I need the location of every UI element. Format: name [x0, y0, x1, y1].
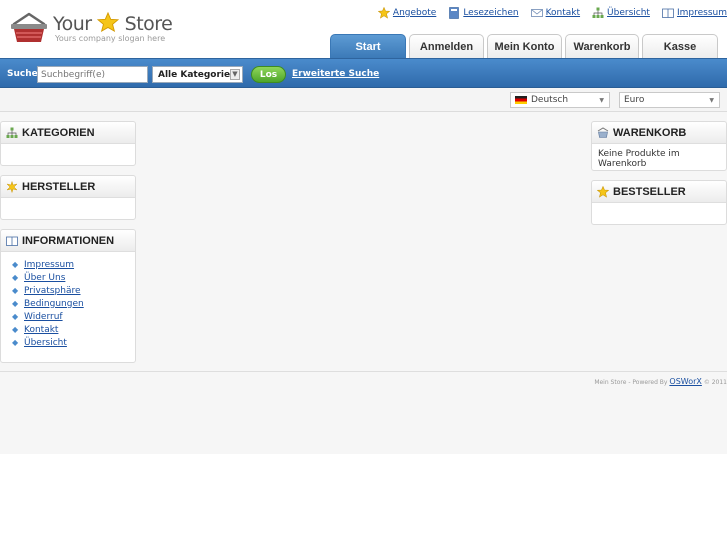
cart-box-header: WARENKORB: [592, 122, 726, 144]
toplink-label[interactable]: Übersicht: [607, 8, 650, 18]
toplink-angebote[interactable]: Angebote: [377, 6, 436, 20]
bullet-icon: ◆: [12, 272, 19, 282]
envelope-icon: [530, 9, 543, 17]
list-item: ◆ Privatsphäre: [12, 284, 135, 297]
german-flag-icon: [515, 96, 527, 104]
list-item: ◆ Bedingungen: [12, 297, 135, 310]
logo-slogan: Yours company slogan here: [55, 34, 166, 43]
info-link-kontakt[interactable]: Kontakt: [24, 325, 58, 335]
footer: Mein Store - Powered By OSWorX © 2011: [594, 377, 727, 386]
info-link-bedingungen[interactable]: Bedingungen: [24, 299, 84, 309]
toplink-label[interactable]: Angebote: [393, 8, 436, 18]
toplink-lesezeichen[interactable]: Lesezeichen: [448, 6, 519, 20]
bestseller-box-title: BESTSELLER: [613, 185, 686, 198]
logo-star-icon: [97, 12, 120, 32]
bullet-icon: ◆: [12, 324, 19, 334]
logo-title-part2: Store: [124, 13, 173, 35]
basket-icon: [11, 12, 47, 42]
book-icon: [6, 236, 18, 246]
toplink-uebersicht[interactable]: Übersicht: [592, 6, 650, 20]
bookmark-icon: [449, 7, 460, 19]
toplink-label[interactable]: Lesezeichen: [463, 8, 518, 18]
information-box-title: INFORMATIONEN: [22, 234, 115, 247]
language-select-value: Deutsch: [531, 95, 569, 105]
star-icon: [377, 7, 390, 19]
top-links: Angebote Lesezeichen Kontakt Übersicht I…: [377, 6, 727, 20]
book-icon: [662, 8, 674, 18]
info-link-widerruf[interactable]: Widerruf: [24, 312, 63, 322]
bestseller-box: BESTSELLER: [591, 180, 727, 225]
search-bar: Suche Alle Kategorien ▼ Los Erweiterte S…: [0, 58, 727, 88]
list-item: ◆ Über Uns: [12, 271, 135, 284]
logo-title: Your Store: [53, 12, 173, 35]
search-submit-button[interactable]: Los: [251, 66, 286, 83]
tab-mein-konto[interactable]: Mein Konto: [487, 34, 562, 59]
footer-link-osworx[interactable]: OSWorX: [669, 377, 701, 386]
language-currency-bar: Deutsch ▼ Euro ▼: [0, 89, 727, 112]
advanced-search-link[interactable]: Erweiterte Suche: [292, 69, 379, 79]
information-list: ◆ Impressum ◆ Über Uns ◆ Privatsphäre ◆ Bedi…: [1, 252, 135, 349]
list-item: ◆ Impressum: [12, 258, 135, 271]
information-box-header: INFORMATIONEN: [1, 230, 135, 252]
info-link-ueber-uns[interactable]: Über Uns: [24, 273, 65, 283]
bestseller-box-header: BESTSELLER: [592, 181, 726, 203]
footer-copyright: © 2011: [703, 379, 727, 386]
logo[interactable]: Your Store Yours company slogan here: [10, 10, 180, 50]
main-tabs: Start Anmelden Mein Konto Warenkorb Kass…: [330, 34, 718, 59]
list-item: ◆ Übersicht: [12, 336, 135, 349]
currency-select[interactable]: Euro ▼: [619, 92, 720, 108]
sitemap-icon: [592, 7, 604, 18]
cart-icon: [597, 126, 609, 138]
tab-kasse[interactable]: Kasse: [642, 34, 718, 59]
header: Your Store Yours company slogan here Ang…: [0, 0, 727, 59]
chevron-down-icon: ▼: [599, 97, 604, 104]
categories-box-title: KATEGORIEN: [22, 126, 95, 139]
search-label: Suche: [7, 69, 38, 79]
star-icon: [597, 185, 609, 198]
bullet-icon: ◆: [12, 259, 19, 269]
categories-box: KATEGORIEN: [0, 121, 136, 166]
info-link-privatsphaere[interactable]: Privatsphäre: [24, 286, 81, 296]
sitemap-icon: [6, 127, 18, 138]
footer-text: Mein Store - Powered By: [594, 379, 668, 386]
toplink-label[interactable]: Impressum: [677, 8, 727, 18]
chevron-down-icon: ▼: [709, 97, 714, 104]
bullet-icon: ◆: [12, 337, 19, 347]
tab-warenkorb[interactable]: Warenkorb: [565, 34, 639, 59]
category-select[interactable]: Alle Kategorien ▼: [152, 66, 243, 83]
manufacturers-box-header: HERSTELLER: [1, 176, 135, 198]
footer-divider: [0, 371, 727, 372]
logo-title-part1: Your: [53, 13, 92, 35]
manufacturers-box-title: HERSTELLER: [22, 180, 96, 193]
starburst-icon: [6, 180, 18, 193]
tab-anmelden[interactable]: Anmelden: [409, 34, 484, 59]
search-input[interactable]: [37, 66, 148, 83]
cart-box-title: WARENKORB: [613, 126, 687, 139]
category-select-value: Alle Kategorien: [158, 70, 237, 80]
language-select[interactable]: Deutsch ▼: [510, 92, 610, 108]
info-link-impressum[interactable]: Impressum: [24, 260, 74, 270]
chevron-down-icon: ▼: [230, 69, 240, 80]
bullet-icon: ◆: [12, 285, 19, 295]
list-item: ◆ Kontakt: [12, 323, 135, 336]
toplink-label[interactable]: Kontakt: [546, 8, 580, 18]
cart-box: WARENKORB Keine Produkte im Warenkorb: [591, 121, 727, 171]
categories-box-header: KATEGORIEN: [1, 122, 135, 144]
tab-start[interactable]: Start: [330, 34, 406, 59]
bullet-icon: ◆: [12, 298, 19, 308]
toplink-impressum[interactable]: Impressum: [662, 6, 727, 20]
toplink-kontakt[interactable]: Kontakt: [530, 6, 580, 20]
currency-select-value: Euro: [624, 95, 645, 105]
cart-empty-text: Keine Produkte im Warenkorb: [598, 149, 680, 169]
manufacturers-box: HERSTELLER: [0, 175, 136, 220]
bullet-icon: ◆: [12, 311, 19, 321]
information-box: INFORMATIONEN ◆ Impressum ◆ Über Uns ◆ Priv…: [0, 229, 136, 363]
info-link-uebersicht[interactable]: Übersicht: [24, 338, 67, 348]
list-item: ◆ Widerruf: [12, 310, 135, 323]
